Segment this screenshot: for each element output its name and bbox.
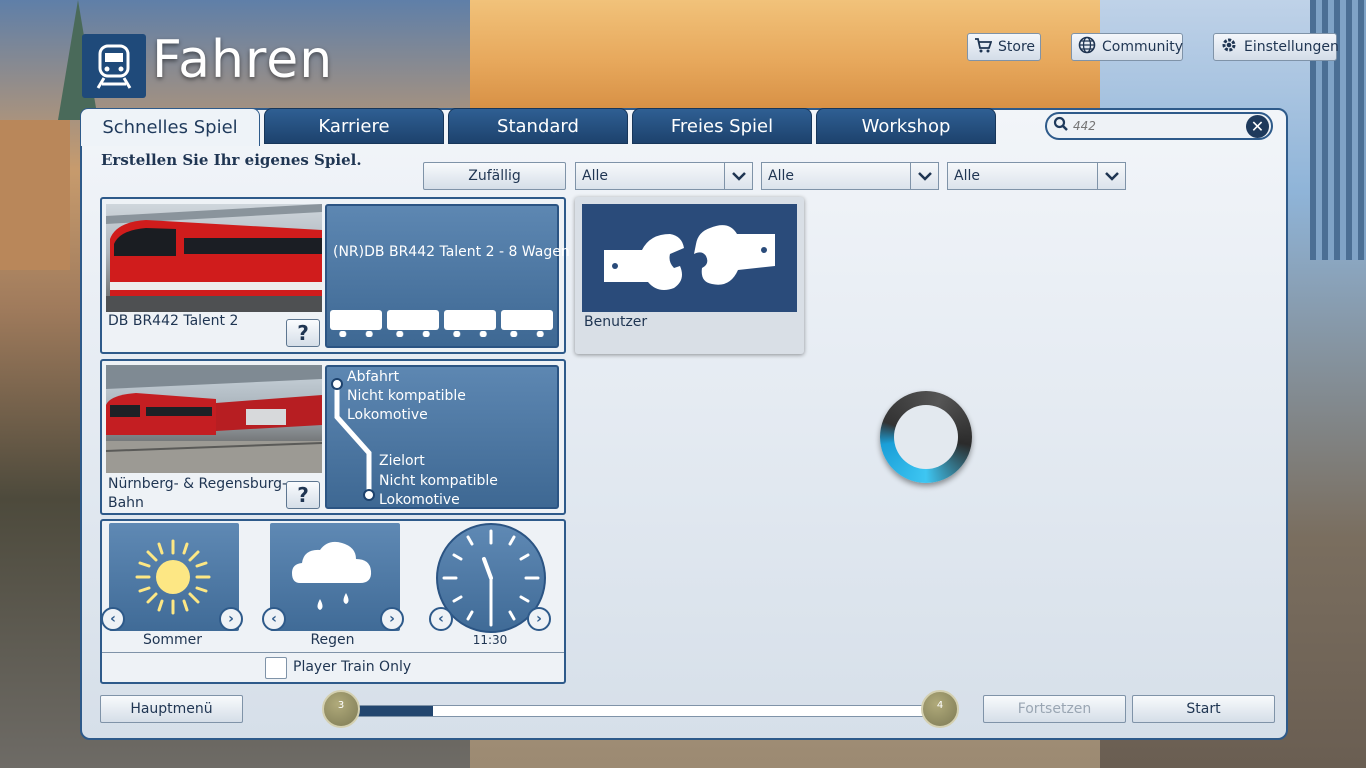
wagon-icon: [330, 310, 382, 337]
filter-value: Alle: [954, 168, 980, 184]
route-photo[interactable]: [106, 365, 322, 473]
tab-quick-game[interactable]: Schnelles Spiel: [80, 108, 260, 146]
background-house: [0, 120, 70, 270]
tab-standard[interactable]: Standard: [448, 108, 628, 144]
clear-search-icon[interactable]: ✕: [1246, 115, 1269, 138]
coupler-icon: [582, 204, 797, 312]
tab-free-play[interactable]: Freies Spiel: [632, 108, 812, 144]
player-train-only-label: Player Train Only: [293, 659, 412, 675]
search-icon: [1053, 116, 1069, 136]
random-button[interactable]: Zufällig: [423, 162, 566, 190]
community-button[interactable]: Community: [1071, 33, 1183, 61]
season-prev-button[interactable]: ‹: [101, 607, 125, 631]
chevron-down-icon: [910, 163, 938, 189]
departure-title: Abfahrt: [347, 369, 400, 385]
wagon-icon: [501, 310, 553, 337]
progress-end-marker: 4: [921, 690, 959, 728]
subtitle: Erstellen Sie Ihr eigenes Spiel.: [101, 151, 362, 169]
destination-text: Nicht kompatible Lokomotive: [379, 473, 498, 508]
search-box: ✕: [1045, 112, 1273, 140]
time-prev-button[interactable]: ‹: [429, 607, 453, 631]
filter-dropdown-3[interactable]: Alle: [947, 162, 1126, 190]
train-name: DB BR442 Talent 2: [108, 313, 239, 329]
filter-dropdown-2[interactable]: Alle: [761, 162, 939, 190]
search-input[interactable]: [1073, 119, 1243, 133]
filter-value: Alle: [768, 168, 794, 184]
route-help-button[interactable]: ?: [286, 481, 320, 509]
main-menu-button[interactable]: Hauptmenü: [100, 695, 243, 723]
time-label: 11:30: [472, 633, 508, 647]
globe-icon: [1078, 36, 1096, 58]
filter-value: Alle: [582, 168, 608, 184]
divider: [102, 652, 564, 653]
page-title: Fahren: [152, 30, 334, 90]
season-next-button[interactable]: ›: [219, 607, 243, 631]
continue-button[interactable]: Fortsetzen: [983, 695, 1126, 723]
content-card[interactable]: Benutzer: [575, 197, 804, 354]
loading-spinner-icon: [880, 391, 972, 483]
weather-next-button[interactable]: ›: [380, 607, 404, 631]
season-label: Sommer: [142, 632, 203, 648]
train-photo[interactable]: [106, 204, 322, 312]
destination-title: Zielort: [379, 453, 425, 469]
progress-bar: [350, 705, 935, 717]
progress-fill: [351, 706, 433, 716]
gear-icon: [1220, 36, 1238, 58]
route-name: Nürnberg- & Regensburg-Bahn: [108, 476, 288, 511]
consist-name: (NR)DB BR442 Talent 2 - 8 Wagen: [333, 244, 570, 260]
start-button[interactable]: Start: [1132, 695, 1275, 723]
settings-label: Einstellungen: [1244, 39, 1339, 55]
chevron-down-icon: [1097, 163, 1125, 189]
filter-dropdown-1[interactable]: Alle: [575, 162, 753, 190]
train-icon: [82, 34, 146, 98]
weather-label: Regen: [310, 632, 355, 648]
store-label: Store: [998, 39, 1036, 55]
store-button[interactable]: Store: [967, 33, 1041, 61]
cart-icon: [974, 37, 993, 57]
player-train-only-checkbox[interactable]: [265, 657, 287, 679]
content-card-label: Benutzer: [584, 314, 648, 330]
weather-prev-button[interactable]: ‹: [262, 607, 286, 631]
progress-start-marker: 3: [322, 690, 360, 728]
wagon-icon: [387, 310, 439, 337]
train-help-button[interactable]: ?: [286, 319, 320, 347]
chevron-down-icon: [724, 163, 752, 189]
tab-workshop[interactable]: Workshop: [816, 108, 996, 144]
settings-button[interactable]: Einstellungen: [1213, 33, 1339, 61]
wagon-icon: [444, 310, 496, 337]
departure-text: Nicht kompatible Lokomotive: [347, 388, 466, 423]
tab-career[interactable]: Karriere: [264, 108, 444, 144]
time-next-button[interactable]: ›: [527, 607, 551, 631]
community-label: Community: [1102, 39, 1184, 55]
